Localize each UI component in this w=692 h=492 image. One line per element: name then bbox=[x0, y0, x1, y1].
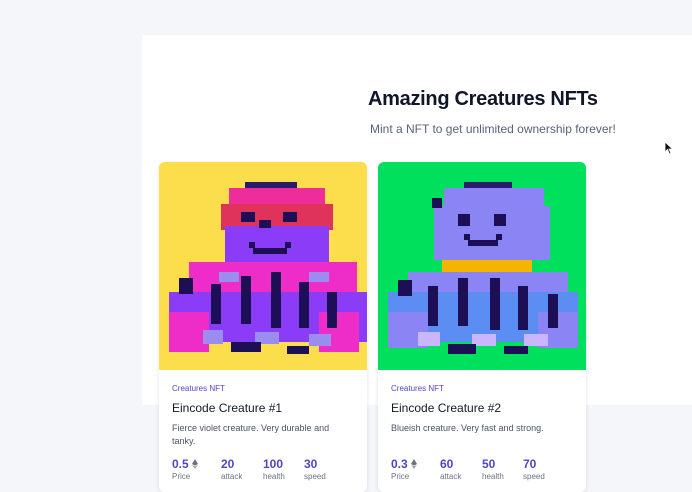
stat-price: 0.3 Price bbox=[391, 457, 417, 481]
stat-price: 0.5 Price bbox=[172, 457, 198, 481]
ethereum-icon bbox=[191, 459, 198, 469]
page-subtitle: Mint a NFT to get unlimited ownership fo… bbox=[370, 122, 616, 136]
pixel-octopus-blue-icon bbox=[378, 162, 586, 370]
ethereum-icon bbox=[410, 459, 417, 469]
stat-speed: 70 speed bbox=[523, 457, 545, 481]
stat-attack: 20 attack bbox=[221, 457, 242, 481]
pixel-octopus-violet-icon bbox=[159, 162, 367, 370]
stat-value: 20 bbox=[221, 457, 235, 471]
stat-label: health bbox=[482, 472, 504, 481]
page-title: Amazing Creatures NFTs bbox=[368, 88, 598, 110]
stat-label: Price bbox=[172, 472, 191, 481]
card-description: Fierce violet creature. Very durable and… bbox=[172, 423, 330, 446]
stat-label: speed bbox=[304, 472, 326, 481]
nft-card[interactable]: Creatures NFT Eincode Creature #1 Fierce… bbox=[159, 162, 367, 492]
stat-label: speed bbox=[523, 472, 545, 481]
stat-value: 30 bbox=[304, 457, 318, 471]
stat-value: 60 bbox=[440, 457, 454, 471]
card-title[interactable]: Eincode Creature #2 bbox=[391, 401, 501, 415]
card-category: Creatures NFT bbox=[391, 384, 444, 393]
stat-value: 100 bbox=[263, 457, 284, 471]
stat-speed: 30 speed bbox=[304, 457, 326, 481]
card-category: Creatures NFT bbox=[172, 384, 225, 393]
stat-label: Price bbox=[391, 472, 410, 481]
card-title[interactable]: Eincode Creature #1 bbox=[172, 401, 282, 415]
nft-image[interactable] bbox=[378, 162, 586, 370]
nft-image[interactable] bbox=[159, 162, 367, 370]
stat-label: attack bbox=[440, 472, 462, 481]
stat-value: 70 bbox=[523, 457, 537, 471]
stat-health: 100 health bbox=[263, 457, 285, 481]
card-description: Blueish creature. Very fast and strong. bbox=[391, 423, 544, 433]
stat-health: 50 health bbox=[482, 457, 504, 481]
stat-attack: 60 attack bbox=[440, 457, 461, 481]
mouse-cursor-icon bbox=[664, 141, 674, 155]
stat-value: 50 bbox=[482, 457, 496, 471]
stat-label: health bbox=[263, 472, 285, 481]
stat-value: 0.3 bbox=[391, 457, 408, 471]
stat-value: 0.5 bbox=[172, 457, 189, 471]
nft-card[interactable]: Creatures NFT Eincode Creature #2 Blueis… bbox=[378, 162, 586, 492]
stat-label: attack bbox=[221, 472, 243, 481]
